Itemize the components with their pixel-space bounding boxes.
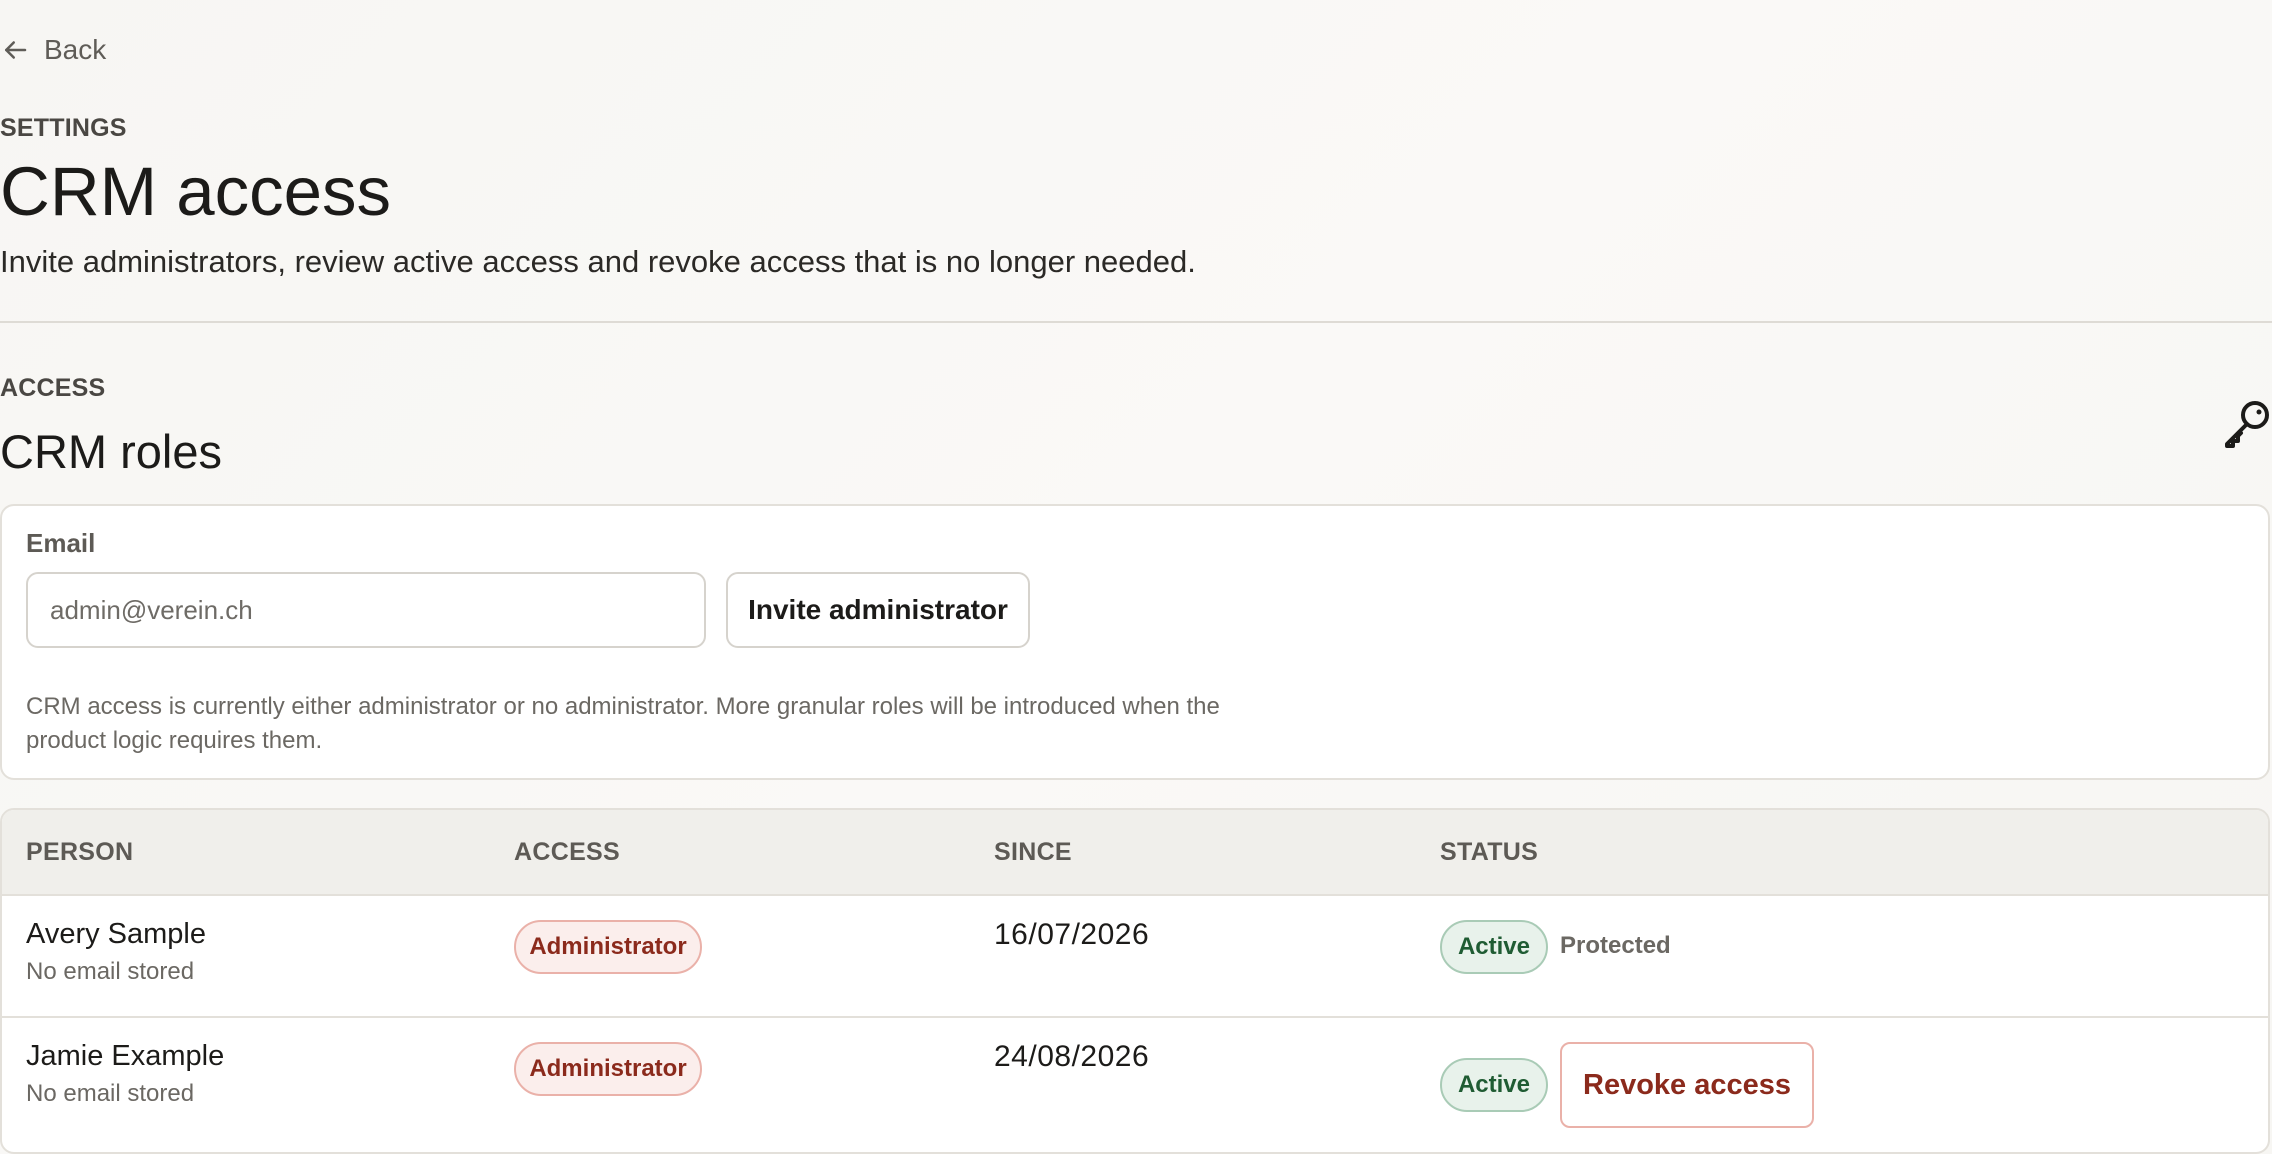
invite-card: Email Invite administrator CRM access is…	[0, 504, 2270, 780]
section-eyebrow: ACCESS	[0, 374, 106, 402]
access-table: PERSON ACCESS SINCE STATUS Avery Sample …	[0, 808, 2270, 1154]
person-name: Avery Sample	[26, 918, 206, 950]
status-badge: Active	[1440, 920, 1548, 974]
revoke-access-button[interactable]: Revoke access	[1560, 1042, 1814, 1128]
column-header-status: STATUS	[1440, 838, 1539, 866]
section-title: CRM roles	[0, 425, 222, 478]
person-email: No email stored	[26, 958, 195, 985]
back-link[interactable]: Back	[0, 28, 106, 72]
since-date: 16/07/2026	[994, 918, 1150, 951]
page-subtitle: Invite administrators, review active acc…	[0, 244, 1196, 279]
page-eyebrow: SETTINGS	[0, 114, 127, 142]
column-header-person: PERSON	[26, 838, 134, 866]
table-header: PERSON ACCESS SINCE STATUS	[2, 810, 2268, 896]
role-badge: Administrator	[514, 1042, 702, 1096]
column-header-access: ACCESS	[514, 838, 620, 866]
person-name: Jamie Example	[26, 1040, 225, 1072]
email-label: Email	[26, 528, 96, 558]
status-badge: Active	[1440, 1058, 1548, 1112]
column-header-since: SINCE	[994, 838, 1072, 866]
arrow-left-icon	[5, 41, 27, 59]
table-row: Jamie Example No email stored Administra…	[2, 1018, 2268, 1138]
header-divider	[0, 321, 2272, 323]
protected-label: Protected	[1560, 932, 1671, 959]
key-icon	[2225, 401, 2269, 448]
person-email: No email stored	[26, 1080, 195, 1107]
roles-hint: CRM access is currently either administr…	[26, 693, 1220, 754]
email-input[interactable]	[26, 572, 706, 648]
page-title: CRM access	[0, 153, 392, 230]
since-date: 24/08/2026	[994, 1040, 1150, 1073]
role-badge: Administrator	[514, 920, 702, 974]
invite-administrator-button[interactable]: Invite administrator	[726, 572, 1030, 648]
table-row: Avery Sample No email stored Administrat…	[2, 896, 2268, 1018]
back-label: Back	[44, 34, 107, 65]
